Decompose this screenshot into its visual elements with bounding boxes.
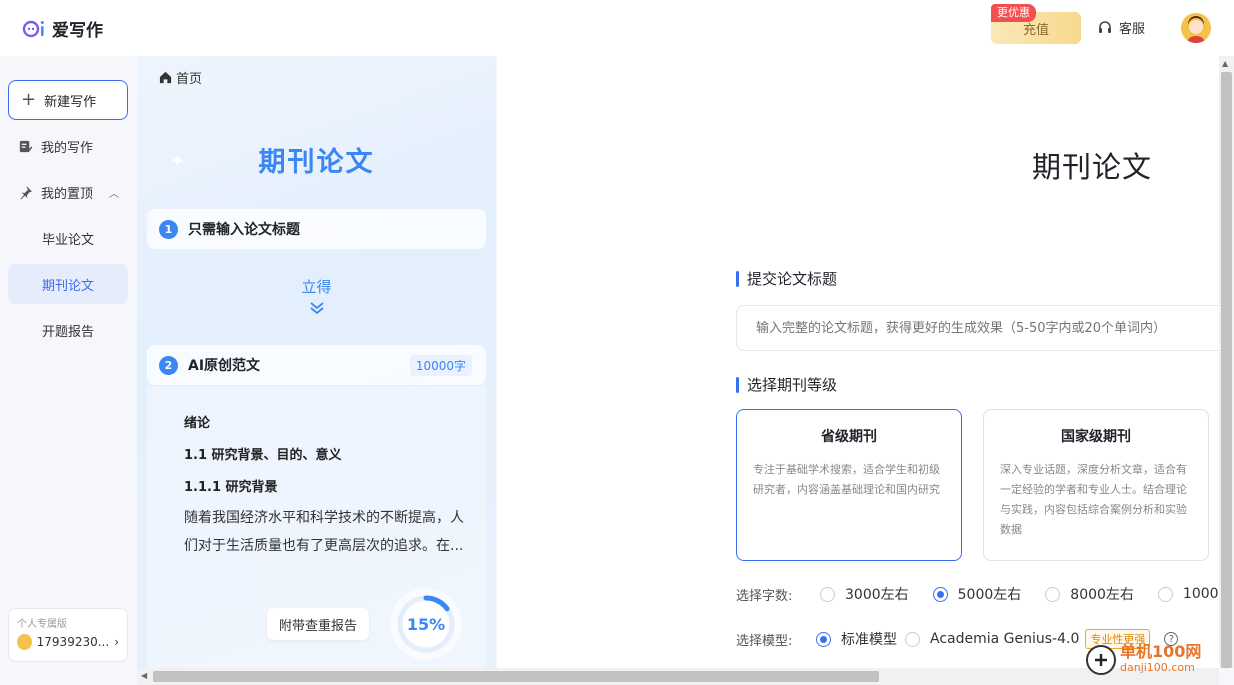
new-writing-label: 新建写作	[44, 94, 97, 110]
sidebar-item-journal-paper[interactable]: 期刊论文	[8, 264, 128, 304]
word-option-5000[interactable]: 5000左右	[932, 584, 1022, 604]
radio-label: 5000左右	[957, 587, 1022, 603]
avatar[interactable]	[1181, 13, 1211, 43]
scroll-left-icon[interactable]: ◀	[141, 671, 147, 680]
model-option-academia[interactable]: Academia Genius-4.0	[905, 631, 1079, 647]
step-label: 只需输入论文标题	[188, 222, 300, 238]
sidebar-item-label: 期刊论文	[42, 278, 95, 294]
preview-panel: 首页 ✦ 期刊论文 1 只需输入论文标题 立得 绪论 1.1 研究背景、目的、意…	[137, 56, 496, 668]
step-two: 2 AI原创范文 10000字	[147, 345, 486, 385]
edit-doc-icon	[19, 140, 33, 152]
user-card[interactable]: 个人专属版 17939230... ›	[8, 608, 128, 662]
word-option-3000[interactable]: 3000左右	[820, 584, 909, 604]
logo-icon	[22, 20, 44, 37]
article-paragraph: 随着我国经济水平和科学技术的不断提高，人们对于生活质量也有了更高层次的追求。在.…	[184, 510, 464, 554]
horizontal-scrollbar[interactable]: ◀	[137, 668, 1219, 685]
step-number: 2	[159, 355, 178, 375]
article-heading-1: 绪论	[184, 416, 211, 431]
section-title-level: 选择期刊等级	[736, 374, 837, 395]
sidebar-item-label: 我的置顶	[41, 186, 94, 202]
progress-ring: 15%	[390, 588, 462, 660]
user-version: 个人专属版	[17, 619, 67, 630]
app-logo[interactable]: 爱写作	[22, 16, 103, 41]
radio-button[interactable]	[820, 586, 835, 602]
double-chevron-down-icon	[137, 301, 496, 315]
sidebar-item-proposal-report[interactable]: 开题报告	[8, 310, 128, 350]
card-title: 国家级期刊	[1061, 429, 1131, 445]
main-form: 期刊论文 提交论文标题 选择期刊等级 省级期刊 专注于基础学术搜索，适合学生和初…	[497, 56, 1219, 668]
step-label: AI原创范文	[188, 358, 261, 374]
card-title: 省级期刊	[821, 429, 877, 445]
card-desc: 专注于基础学术搜索，适合学生和初级研究者，内容涵盖基础理论和国内研究	[753, 463, 940, 496]
user-name: 17939230...	[36, 635, 110, 649]
avatar-icon	[1181, 13, 1211, 43]
sidebar-item-my-writing[interactable]: 我的写作	[8, 126, 128, 166]
headset-icon	[1099, 20, 1111, 33]
progress-percent: 15%	[406, 614, 446, 634]
model-label: 选择模型:	[736, 633, 793, 649]
scroll-up-icon[interactable]: ▲	[1222, 59, 1228, 68]
scroll-thumb[interactable]	[153, 671, 879, 682]
sidebar-item-label: 毕业论文	[42, 232, 95, 248]
radio-button[interactable]	[816, 631, 831, 647]
card-provincial-journal[interactable]: 省级期刊 专注于基础学术搜索，适合学生和初级研究者，内容涵盖基础理论和国内研究	[736, 409, 962, 561]
radio-label: 3000左右	[845, 587, 909, 603]
sidebar: + 新建写作 我的写作 我的置顶 ︿ 毕业论文 期刊论文 开题报告 个人专属版 …	[0, 56, 136, 685]
sidebar-item-label: 我的写作	[41, 140, 94, 156]
watermark: 单机100网 danji100.com	[1086, 644, 1201, 676]
word-option-8000[interactable]: 8000左右	[1045, 584, 1134, 604]
vertical-scrollbar[interactable]: ▲	[1219, 56, 1234, 668]
service-label: 客服	[1119, 22, 1146, 37]
card-desc: 深入专业话题，深度分析文章，适合有一定经验的学者和专业人士。结合理论与实践，内容…	[1000, 463, 1187, 536]
app-name: 爱写作	[52, 21, 103, 41]
word-count-selector: 选择字数: 3000左右 5000左右 8000左右 10000	[736, 584, 1219, 604]
chevron-up-icon[interactable]: ︿	[109, 185, 119, 200]
sidebar-item-label: 开题报告	[42, 324, 95, 340]
sidebar-item-my-pinned[interactable]: 我的置顶 ︿	[8, 172, 128, 212]
radio-button[interactable]	[932, 586, 948, 602]
step-number: 1	[159, 219, 178, 239]
top-bar: 爱写作 充值 更优惠 客服	[0, 0, 1234, 56]
radio-button[interactable]	[1157, 586, 1173, 602]
promo-badge: 更优惠	[991, 4, 1036, 22]
section-title-paper: 提交论文标题	[736, 268, 837, 289]
radio-button[interactable]	[905, 631, 920, 647]
home-icon	[159, 71, 172, 84]
article-heading-3: 1.1.1 研究背景	[184, 480, 278, 495]
radio-button[interactable]	[1045, 586, 1061, 602]
article-heading-2: 1.1 研究背景、目的、意义	[184, 448, 342, 463]
pin-icon	[20, 185, 33, 200]
new-writing-button[interactable]: + 新建写作	[8, 80, 128, 120]
paper-title-input[interactable]	[736, 305, 1219, 351]
service-button[interactable]: 客服	[1097, 18, 1145, 37]
word-option-10000[interactable]: 10000	[1157, 586, 1219, 602]
breadcrumb-home: 首页	[176, 72, 203, 87]
radio-label: 8000左右	[1070, 587, 1134, 603]
radio-label: Academia Genius-4.0	[930, 631, 1080, 647]
step-one: 1 只需输入论文标题	[147, 209, 486, 249]
watermark-text: 单机100网	[1120, 642, 1202, 661]
page-title: 期刊论文	[1032, 150, 1153, 184]
watermark-url: danji100.com	[1120, 661, 1195, 674]
scroll-thumb[interactable]	[1221, 72, 1232, 668]
plagiarism-report-button[interactable]: 附带查重报告	[267, 608, 370, 640]
plus-icon: +	[21, 89, 37, 110]
instant-label: 立得	[301, 278, 332, 296]
card-national-journal[interactable]: 国家级期刊 深入专业话题，深度分析文章，适合有一定经验的学者和专业人士。结合理论…	[983, 409, 1209, 561]
model-option-standard[interactable]: 标准模型	[816, 629, 897, 649]
user-avatar	[17, 634, 32, 650]
word-count-badge: 10000字	[409, 355, 472, 376]
sidebar-item-graduation-thesis[interactable]: 毕业论文	[8, 218, 128, 258]
preview-title: 期刊论文	[258, 147, 375, 178]
radio-label: 标准模型	[841, 632, 897, 648]
chevron-right-icon: ›	[114, 635, 119, 649]
breadcrumb[interactable]: 首页	[159, 68, 202, 87]
word-count-label: 选择字数:	[736, 588, 793, 604]
radio-label: 10000	[1182, 586, 1219, 602]
watermark-logo-icon	[1086, 645, 1116, 675]
